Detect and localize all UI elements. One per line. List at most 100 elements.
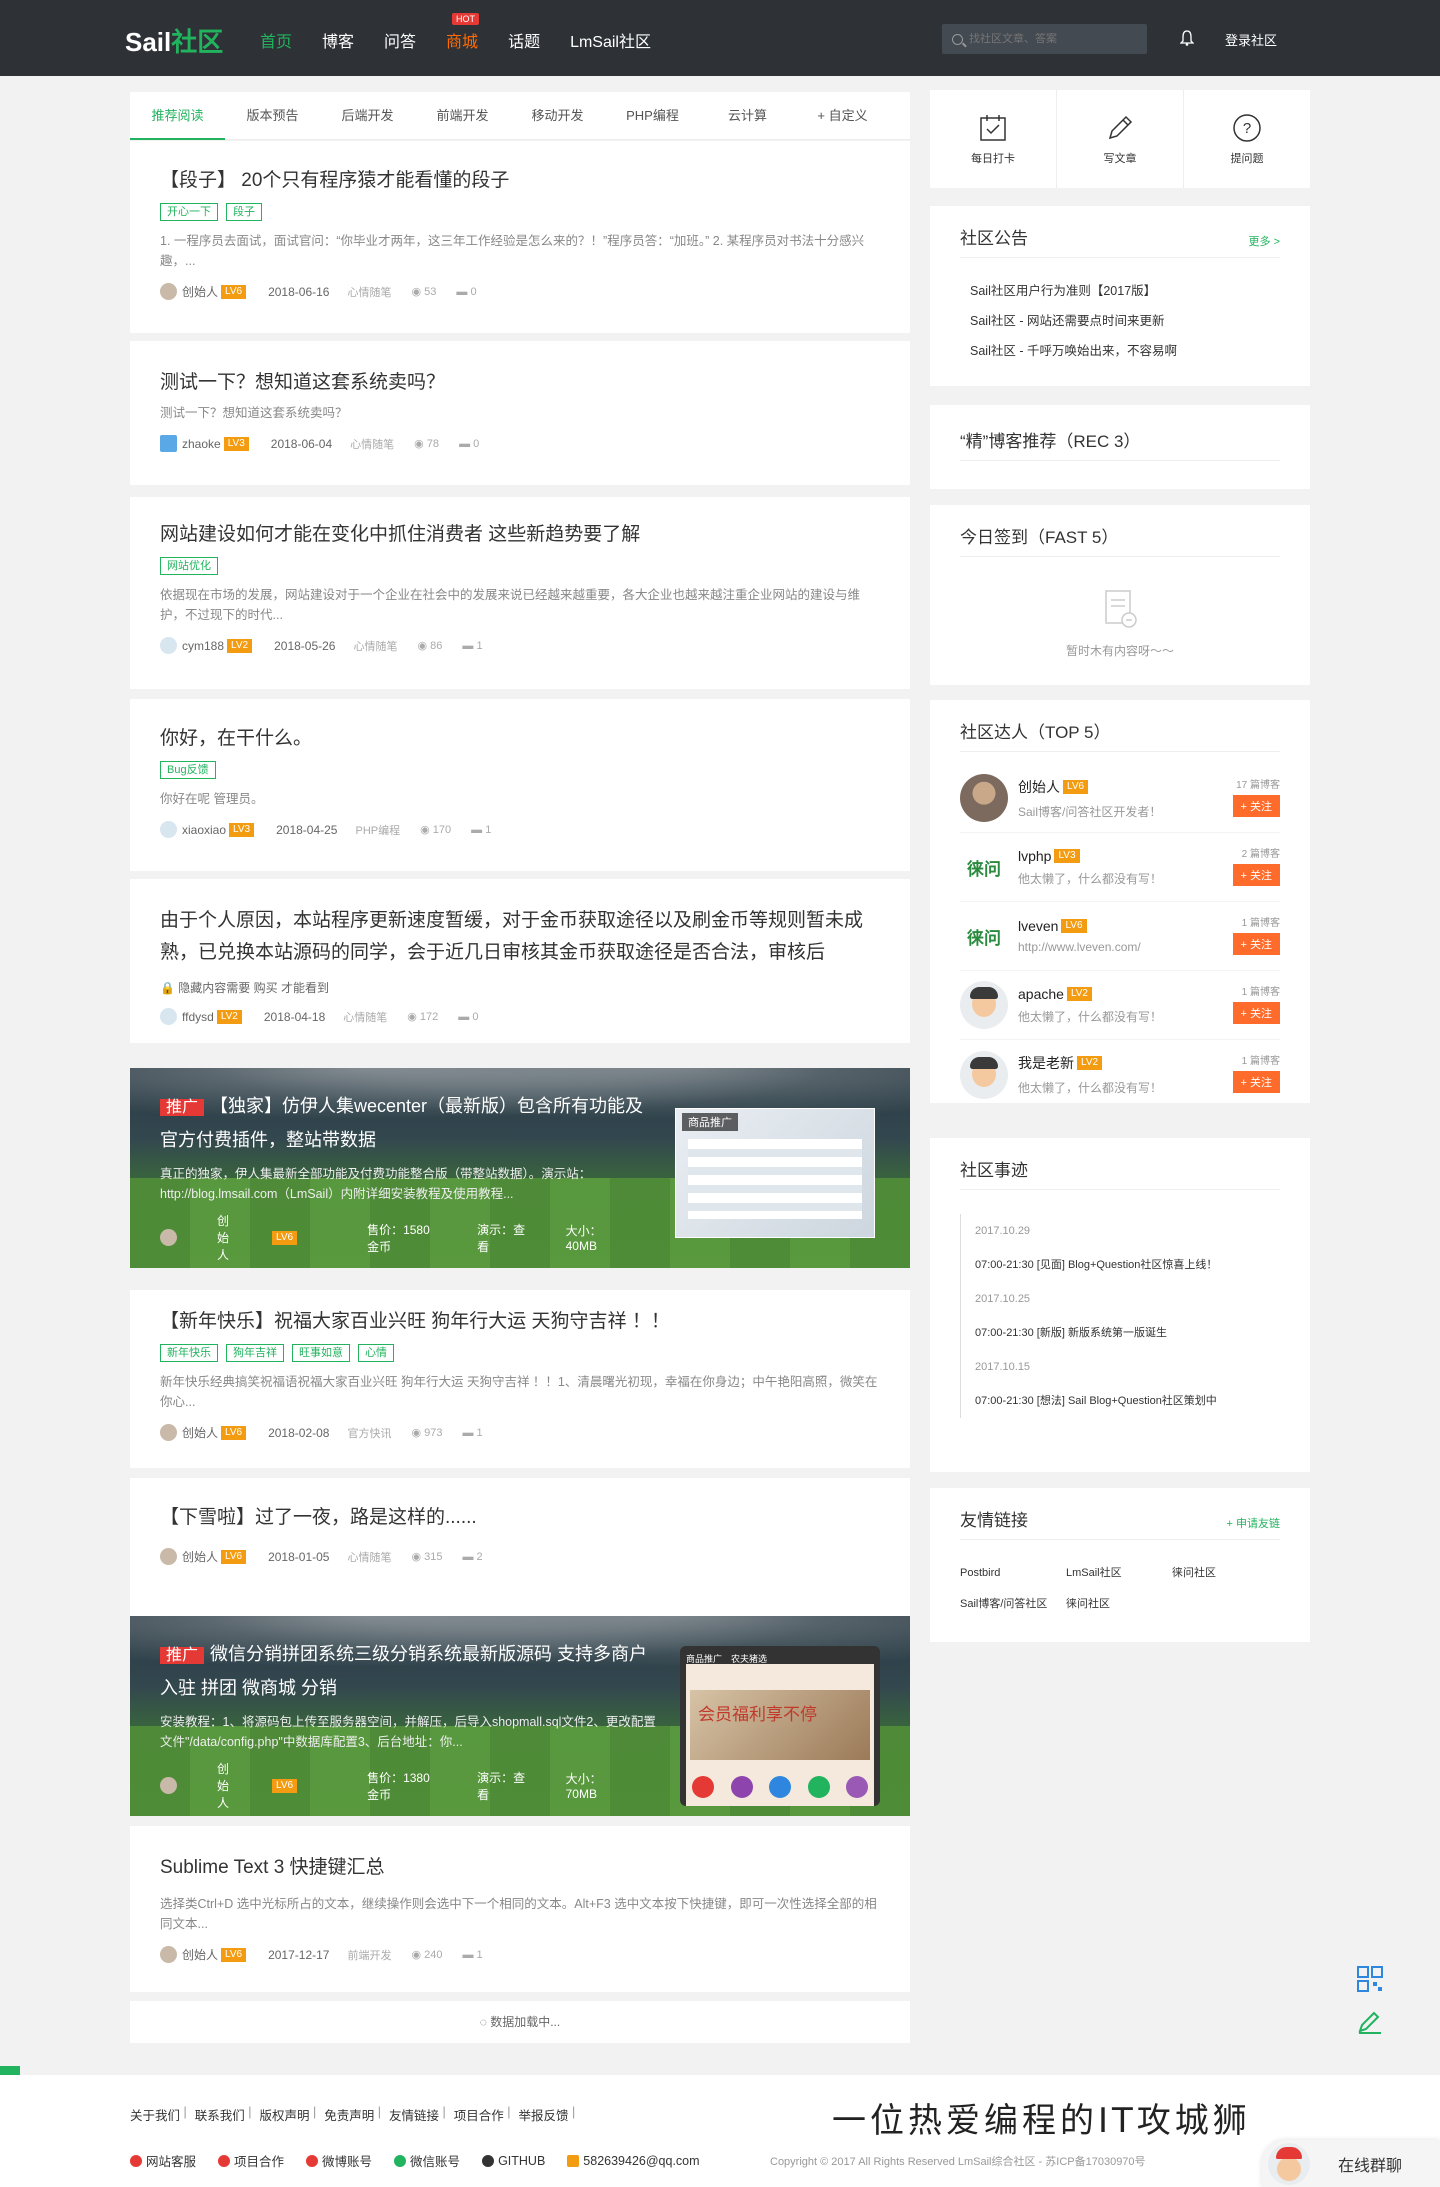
- promo-title[interactable]: 推广 微信分销拼团系统三级分销系统最新版源码 支持多商户入驻 拼团 微商城 分销: [160, 1638, 660, 1704]
- post-tag[interactable]: 旺事如意: [292, 1344, 350, 1362]
- author-name[interactable]: xiaoxiao: [182, 823, 226, 837]
- tab-mobile[interactable]: 移动开发: [510, 92, 605, 140]
- promo-demo-link[interactable]: 演示：查看: [477, 1221, 525, 1255]
- post-card[interactable]: 【段子】 20个只有程序猿才能看懂的段子 开心一下 段子 1. 一程序员去面试，…: [130, 141, 910, 333]
- post-tag[interactable]: 段子: [226, 203, 262, 221]
- avatar[interactable]: [960, 1050, 1008, 1099]
- apply-link-button[interactable]: + 申请友链: [1227, 1515, 1280, 1531]
- nav-qa[interactable]: 问答: [384, 28, 416, 52]
- friend-link[interactable]: LmSail社区: [1066, 1558, 1172, 1589]
- footer-link[interactable]: 版权声明: [260, 2105, 310, 2124]
- avatar[interactable]: [160, 435, 177, 452]
- tab-recommended[interactable]: 推荐阅读: [130, 92, 225, 140]
- footer-link[interactable]: 联系我们: [195, 2105, 245, 2124]
- post-category[interactable]: 官方快讯: [347, 1425, 391, 1441]
- friend-link[interactable]: Sail博客/问答社区: [960, 1589, 1066, 1620]
- promo-title[interactable]: 推广 【独家】仿伊人集wecenter（最新版）包含所有功能及官方付费插件，整站带…: [160, 1090, 660, 1156]
- talent-name[interactable]: apache: [1018, 986, 1064, 1002]
- post-title[interactable]: 【新年快乐】祝福大家百业兴旺 狗年行大运 天狗守吉祥 ！！: [160, 1306, 880, 1338]
- tab-preview[interactable]: 版本预告: [225, 92, 320, 140]
- avatar[interactable]: [160, 1946, 177, 1963]
- wechat-link[interactable]: 微信账号: [394, 2151, 460, 2170]
- tab-custom[interactable]: + 自定义: [795, 92, 890, 140]
- footer-link[interactable]: 友情链接: [389, 2105, 439, 2124]
- search-input[interactable]: [969, 33, 1139, 45]
- post-title[interactable]: 测试一下？想知道这套系统卖吗？: [160, 367, 880, 399]
- footer-link[interactable]: 举报反馈: [519, 2105, 569, 2124]
- post-tag[interactable]: 网站优化: [160, 557, 218, 575]
- ask-question-button[interactable]: ? 提问题: [1184, 90, 1310, 188]
- post-card[interactable]: 你好，在干什么。 Bug反馈 你好在呢 管理员。 xiaoxiao LV3 20…: [130, 699, 910, 871]
- promo-card[interactable]: 推广 【独家】仿伊人集wecenter（最新版）包含所有功能及官方付费插件，整站带…: [130, 1068, 910, 1268]
- post-title[interactable]: 【段子】 20个只有程序猿才能看懂的段子: [160, 165, 880, 197]
- nav-lmsail[interactable]: LmSail社区: [570, 28, 651, 52]
- post-tag[interactable]: 新年快乐: [160, 1344, 218, 1362]
- avatar[interactable]: 徕问: [960, 912, 1008, 960]
- more-link[interactable]: 更多 >: [1249, 233, 1280, 249]
- author-name[interactable]: 创始人: [182, 283, 218, 300]
- post-title[interactable]: 【下雪啦】过了一夜，路是这样的......: [160, 1502, 880, 1534]
- daily-checkin-button[interactable]: 每日打卡: [930, 90, 1057, 188]
- tab-backend[interactable]: 后端开发: [320, 92, 415, 140]
- avatar[interactable]: [160, 1777, 177, 1794]
- avatar[interactable]: [160, 1548, 177, 1565]
- post-card[interactable]: 网站建设如何才能在变化中抓住消费者 这些新趋势要了解 网站优化 依据现在市场的发…: [130, 497, 910, 689]
- author-name[interactable]: 创始人: [182, 1424, 218, 1441]
- avatar[interactable]: [160, 1424, 177, 1441]
- avatar[interactable]: [160, 283, 177, 300]
- post-category[interactable]: 前端开发: [347, 1947, 391, 1963]
- post-category[interactable]: 心情随笔: [343, 1009, 387, 1025]
- author-name[interactable]: 创始人: [182, 1946, 218, 1963]
- avatar[interactable]: [960, 774, 1008, 822]
- talent-name[interactable]: 创始人: [1018, 777, 1060, 797]
- post-tag[interactable]: 开心一下: [160, 203, 218, 221]
- service-link[interactable]: 网站客服: [130, 2151, 196, 2170]
- avatar[interactable]: 徕问: [960, 843, 1008, 891]
- promo-demo-link[interactable]: 演示：查看: [477, 1769, 525, 1803]
- github-link[interactable]: GITHUB: [482, 2154, 545, 2168]
- follow-button[interactable]: + 关注: [1232, 1071, 1280, 1093]
- tab-cloud[interactable]: 云计算: [700, 92, 795, 140]
- site-logo[interactable]: Sail社区: [125, 22, 223, 59]
- footer-link[interactable]: 项目合作: [454, 2105, 504, 2124]
- author-name[interactable]: zhaoke: [182, 437, 221, 451]
- notice-item[interactable]: Sail社区 - 千呼万唤始出来，不容易啊: [970, 336, 1270, 366]
- talent-name[interactable]: 我是老新: [1018, 1053, 1074, 1073]
- post-card[interactable]: 【新年快乐】祝福大家百业兴旺 狗年行大运 天狗守吉祥 ！！ 新年快乐 狗年吉祥 …: [130, 1290, 910, 1468]
- post-category[interactable]: 心情随笔: [347, 284, 391, 300]
- post-card[interactable]: Sublime Text 3 快捷键汇总 选择类Ctrl+D 选中光标所占的文本…: [130, 1826, 910, 1992]
- follow-button[interactable]: + 关注: [1232, 1002, 1280, 1024]
- friend-link[interactable]: Postbird: [960, 1558, 1066, 1589]
- post-tag[interactable]: 狗年吉祥: [226, 1344, 284, 1362]
- author-name[interactable]: 创始人: [182, 1548, 218, 1565]
- post-card[interactable]: 由于个人原因，本站程序更新速度暂缓，对于金币获取途径以及刷金币等规则暂未成熟，已…: [130, 879, 910, 1043]
- nav-blog[interactable]: 博客: [322, 28, 354, 52]
- group-chat-button[interactable]: 在线群聊: [1262, 2140, 1440, 2187]
- author-name[interactable]: ffdysd: [182, 1010, 214, 1024]
- footer-link[interactable]: 关于我们: [130, 2105, 180, 2124]
- post-title[interactable]: 你好，在干什么。: [160, 723, 880, 755]
- weibo-link[interactable]: 微博账号: [306, 2151, 372, 2170]
- edit-icon[interactable]: [1356, 2007, 1384, 2035]
- avatar[interactable]: [160, 821, 177, 838]
- post-category[interactable]: 心情随笔: [347, 1549, 391, 1565]
- post-title[interactable]: Sublime Text 3 快捷键汇总: [160, 1852, 880, 1884]
- follow-button[interactable]: + 关注: [1232, 933, 1280, 955]
- post-tag[interactable]: Bug反馈: [160, 761, 216, 779]
- post-tag[interactable]: 心情: [358, 1344, 394, 1362]
- post-title[interactable]: 由于个人原因，本站程序更新速度暂缓，对于金币获取途径以及刷金币等规则暂未成熟，已…: [160, 905, 880, 969]
- notice-item[interactable]: Sail社区 - 网站还需要点时间来更新: [970, 306, 1270, 336]
- qr-code-icon[interactable]: [1356, 1965, 1384, 1993]
- nav-topics[interactable]: 话题: [508, 28, 540, 52]
- write-article-button[interactable]: 写文章: [1057, 90, 1184, 188]
- talent-name[interactable]: lveven: [1018, 918, 1058, 934]
- footer-link[interactable]: 免责声明: [324, 2105, 374, 2124]
- post-title[interactable]: 网站建设如何才能在变化中抓住消费者 这些新趋势要了解: [160, 519, 880, 551]
- nav-home[interactable]: 首页: [260, 28, 292, 52]
- login-link[interactable]: 登录社区: [1225, 30, 1277, 49]
- avatar[interactable]: [960, 981, 1008, 1029]
- tab-frontend[interactable]: 前端开发: [415, 92, 510, 140]
- email-link[interactable]: 582639426@qq.com: [567, 2154, 700, 2168]
- avatar[interactable]: [160, 1008, 177, 1025]
- post-category[interactable]: 心情随笔: [353, 638, 397, 654]
